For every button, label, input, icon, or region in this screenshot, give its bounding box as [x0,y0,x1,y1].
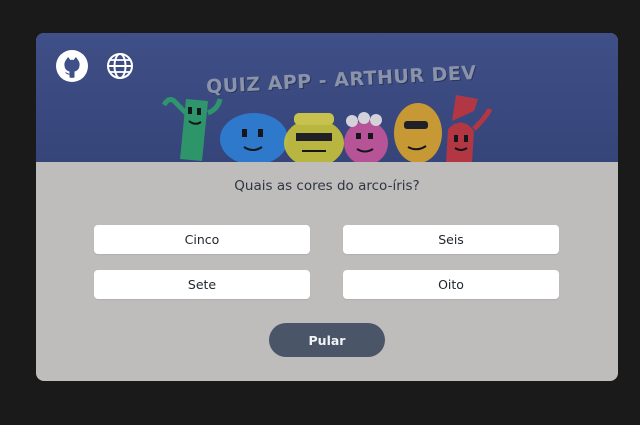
language-selector[interactable] [103,49,137,83]
answer-option-3[interactable]: Sete [94,270,310,299]
github-icon [56,50,88,82]
globe-icon [107,53,133,79]
green-character [161,97,223,161]
github-link[interactable] [55,49,89,83]
orange-character [394,103,442,162]
answer-option-4[interactable]: Oito [343,270,559,299]
quiz-banner: QUIZ APP - ARTHUR DEV [36,33,618,162]
quiz-card: QUIZ APP - ARTHUR DEV Quais as cores do … [36,33,618,381]
answer-option-2[interactable]: Seis [343,225,559,254]
skip-button[interactable]: Pular [269,323,385,357]
yellow-character [284,113,344,162]
red-character [446,95,493,162]
question-text: Quais as cores do arco-íris? [234,178,420,194]
pink-character [344,112,388,162]
blue-character [220,113,288,162]
answer-option-1[interactable]: Cinco [94,225,310,254]
cartoon-characters-illustration [161,95,493,162]
